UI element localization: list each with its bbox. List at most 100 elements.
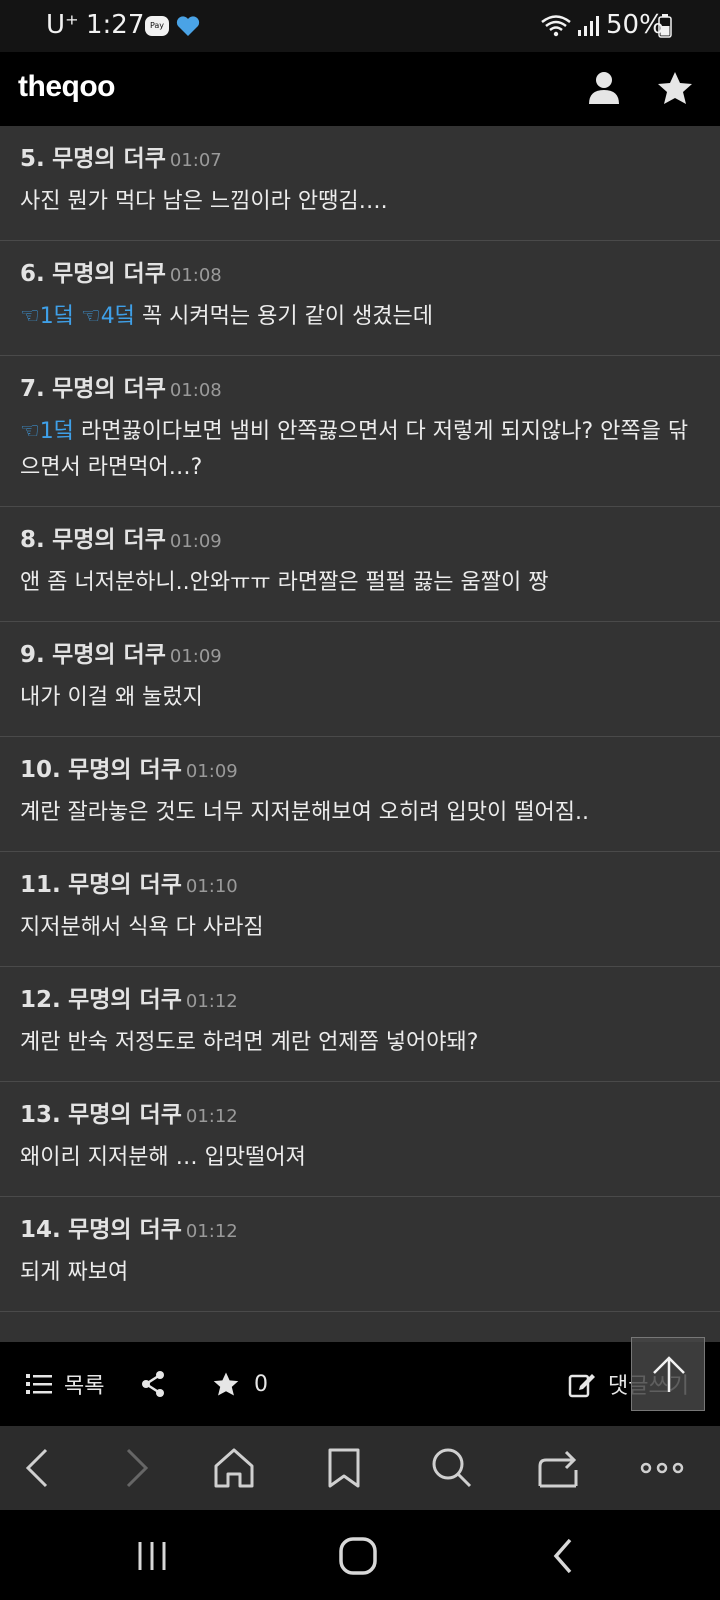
comment-time: 01:07 xyxy=(169,150,222,171)
back-icon[interactable] xyxy=(18,1446,62,1490)
comment-number: 14. xyxy=(20,1217,61,1243)
comment-meta: 13. 무명의 더쿠 01:12 xyxy=(20,1100,700,1132)
home-icon[interactable] xyxy=(212,1446,256,1490)
comment-text: 왜이리 지저분해 … 입맛떨어져 xyxy=(20,1145,306,1170)
carrier-label: U⁺ xyxy=(46,10,79,40)
comment-item[interactable]: 10. 무명의 더쿠 01:09 계란 잘라놓은 것도 너무 지저분해보여 오히려 … xyxy=(0,737,720,852)
comment-time: 01:10 xyxy=(185,876,238,897)
comment-body: 계란 반숙 저정도로 하려면 계란 언제쯤 넣어야돼? xyxy=(20,1025,700,1061)
comment-meta: 11. 무명의 더쿠 01:10 xyxy=(20,870,700,902)
comment-item[interactable]: 13. 무명의 더쿠 01:12 왜이리 지저분해 … 입맛떨어져 xyxy=(0,1082,720,1197)
comment-author: 무명의 더쿠 xyxy=(52,261,166,287)
comment-time: 01:12 xyxy=(185,991,238,1012)
comment-meta: 5. 무명의 더쿠 01:07 xyxy=(20,144,700,176)
battery-percent: 50% xyxy=(606,10,664,40)
status-bar: U⁺ 1:27 Pay 50% xyxy=(0,0,720,52)
comment-meta: 6. 무명의 더쿠 01:08 xyxy=(20,259,700,291)
favorite-button[interactable]: 0 xyxy=(212,1368,268,1400)
comment-number: 9. xyxy=(20,642,45,668)
comment-item[interactable]: 6. 무명의 더쿠 01:08 ☜1덬 ☜4덬 꼭 시켜먹는 용기 같이 생겼는데 xyxy=(0,241,720,356)
comment-time: 01:08 xyxy=(169,265,222,286)
comment-text: 앤 좀 너저분하니..안와ㅠㅠ 라면짤은 펄펄 끓는 움짤이 짱 xyxy=(20,570,549,595)
tabs-switch-icon[interactable] xyxy=(536,1446,580,1490)
comment-text: 사진 뭔가 먹다 남은 느낌이라 안땡김…. xyxy=(20,189,388,214)
edit-icon xyxy=(568,1374,595,1398)
comment-text: 되게 짜보여 xyxy=(20,1260,129,1285)
comment-item[interactable]: 12. 무명의 더쿠 01:12 계란 반숙 저정도로 하려면 계란 언제쯤 넣어야… xyxy=(0,967,720,1082)
site-logo[interactable]: theqoo xyxy=(18,70,115,104)
comment-item[interactable]: 5. 무명의 더쿠 01:07 사진 뭔가 먹다 남은 느낌이라 안땡김…. xyxy=(0,126,720,241)
list-label: 목록 xyxy=(64,1374,105,1399)
comment-text: 계란 반숙 저정도로 하려면 계란 언제쯤 넣어야돼? xyxy=(20,1030,479,1055)
list-button[interactable]: 목록 xyxy=(26,1368,104,1400)
signal-icon xyxy=(578,16,599,36)
comment-text: 지저분해서 식욕 다 사라짐 xyxy=(20,915,264,940)
comment-time: 01:09 xyxy=(169,531,222,552)
heart-icon xyxy=(176,16,200,36)
recent-apps-icon[interactable] xyxy=(134,1536,174,1576)
share-icon[interactable] xyxy=(140,1370,166,1398)
clock: 1:27 xyxy=(86,10,145,40)
comment-body: ☜1덬 ☜4덬 꼭 시켜먹는 용기 같이 생겼는데 xyxy=(20,299,700,335)
comment-meta: 12. 무명의 더쿠 01:12 xyxy=(20,985,700,1017)
comment-body: 계란 잘라놓은 것도 너무 지저분해보여 오히려 입맛이 떨어짐.. xyxy=(20,795,700,831)
bookmark-icon[interactable] xyxy=(322,1446,366,1490)
comment-body: 앤 좀 너저분하니..안와ㅠㅠ 라면짤은 펄펄 끓는 움짤이 짱 xyxy=(20,565,700,601)
comment-text: 라면끓이다보면 냄비 안쪽끓으면서 다 저렇게 되지않나? 안쪽을 닦으면서 라… xyxy=(20,419,689,480)
back-nav-icon[interactable] xyxy=(544,1536,584,1576)
more-menu-icon[interactable] xyxy=(640,1446,684,1490)
comment-item[interactable]: 7. 무명의 더쿠 01:08 ☜1덬 라면끓이다보면 냄비 안쪽끓으면서 다 저렇… xyxy=(0,356,720,507)
comment-author: 무명의 더쿠 xyxy=(52,376,166,402)
comment-body: 지저분해서 식욕 다 사라짐 xyxy=(20,910,700,946)
comment-meta: 14. 무명의 더쿠 01:12 xyxy=(20,1215,700,1247)
comment-author: 무명의 더쿠 xyxy=(52,642,166,668)
comment-number: 11. xyxy=(20,872,61,898)
wifi-icon xyxy=(541,15,571,37)
comment-mention-link[interactable]: ☜1덬 xyxy=(20,419,74,444)
comment-text: 내가 이걸 왜 눌렀지 xyxy=(20,685,203,710)
battery-icon xyxy=(658,14,672,38)
comment-time: 01:09 xyxy=(169,646,222,667)
comment-item[interactable]: 9. 무명의 더쿠 01:09 내가 이걸 왜 눌렀지 xyxy=(0,622,720,737)
app-header: theqoo xyxy=(0,52,720,126)
user-icon[interactable] xyxy=(586,70,622,106)
comment-number: 5. xyxy=(20,146,45,172)
comment-number: 13. xyxy=(20,1102,61,1128)
comment-author: 무명의 더쿠 xyxy=(68,757,182,783)
comment-number: 6. xyxy=(20,261,45,287)
comment-author: 무명의 더쿠 xyxy=(52,527,166,553)
comment-body: ☜1덬 라면끓이다보면 냄비 안쪽끓으면서 다 저렇게 되지않나? 안쪽을 닦으… xyxy=(20,414,700,486)
comment-meta: 10. 무명의 더쿠 01:09 xyxy=(20,755,700,787)
forward-icon[interactable] xyxy=(114,1446,158,1490)
browser-toolbar xyxy=(0,1426,720,1510)
list-icon xyxy=(26,1374,52,1394)
comment-number: 8. xyxy=(20,527,45,553)
comment-mention-link[interactable]: ☜1덬 xyxy=(20,304,74,329)
comment-meta: 8. 무명의 더쿠 01:09 xyxy=(20,525,700,557)
comment-author: 무명의 더쿠 xyxy=(68,1102,182,1128)
comment-item[interactable]: 8. 무명의 더쿠 01:09 앤 좀 너저분하니..안와ㅠㅠ 라면짤은 펄펄 끓는… xyxy=(0,507,720,622)
comment-body: 사진 뭔가 먹다 남은 느낌이라 안땡김…. xyxy=(20,184,700,220)
comment-item[interactable]: 14. 무명의 더쿠 01:12 되게 짜보여 xyxy=(0,1197,720,1312)
scroll-top-button[interactable] xyxy=(631,1337,705,1411)
system-nav-bar xyxy=(0,1510,720,1600)
arrow-up-icon xyxy=(653,1356,685,1392)
comment-mention-link[interactable]: ☜4덬 xyxy=(81,304,135,329)
star-icon[interactable] xyxy=(656,70,694,106)
comment-item[interactable]: 11. 무명의 더쿠 01:10 지저분해서 식욕 다 사라짐 xyxy=(0,852,720,967)
comment-body: 내가 이걸 왜 눌렀지 xyxy=(20,680,700,716)
comment-body: 왜이리 지저분해 … 입맛떨어져 xyxy=(20,1140,700,1176)
search-icon[interactable] xyxy=(430,1446,474,1490)
home-nav-icon[interactable] xyxy=(338,1536,378,1576)
comment-author: 무명의 더쿠 xyxy=(52,146,166,172)
comment-number: 12. xyxy=(20,987,61,1013)
pay-icon: Pay xyxy=(145,16,169,36)
comment-author: 무명의 더쿠 xyxy=(68,1217,182,1243)
comment-meta: 9. 무명의 더쿠 01:09 xyxy=(20,640,700,672)
comment-body: 되게 짜보여 xyxy=(20,1255,700,1291)
comment-time: 01:12 xyxy=(185,1106,238,1127)
comment-time: 01:12 xyxy=(185,1221,238,1242)
comment-author: 무명의 더쿠 xyxy=(68,872,182,898)
comment-author: 무명의 더쿠 xyxy=(68,987,182,1013)
comment-text: 계란 잘라놓은 것도 너무 지저분해보여 오히려 입맛이 떨어짐.. xyxy=(20,800,589,825)
